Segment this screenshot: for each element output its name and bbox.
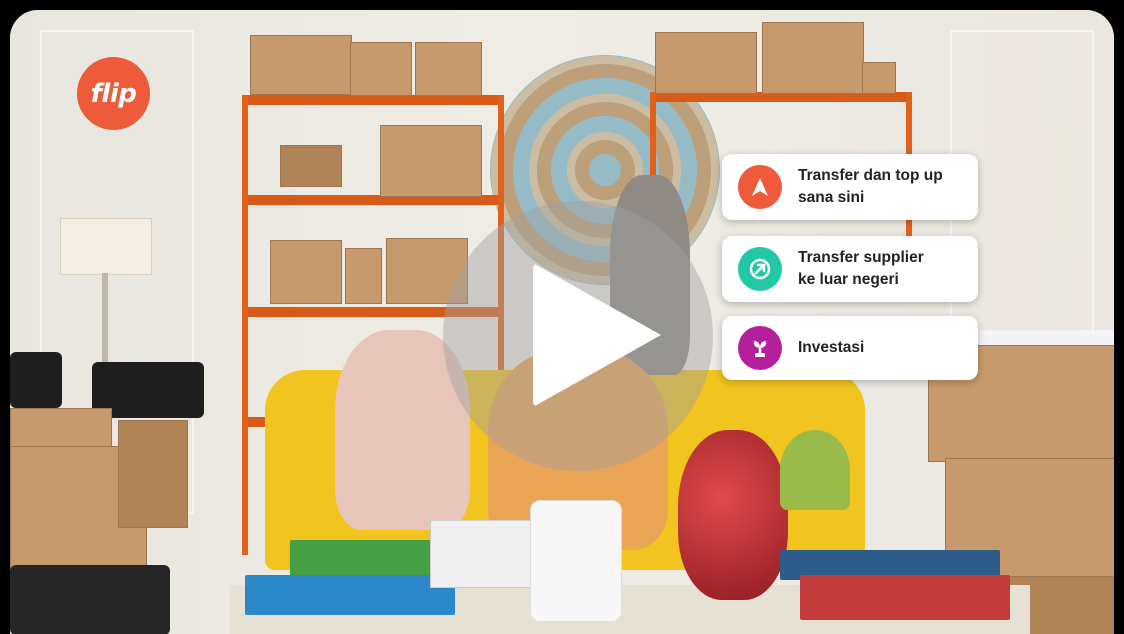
- feature-title: Investasi: [798, 339, 865, 356]
- paper-roll: [530, 500, 622, 622]
- paper-plane-icon: [738, 165, 782, 209]
- book-stack: [800, 575, 1010, 620]
- cardboard-box: [118, 420, 188, 528]
- feature-title: Transfer supplier: [798, 249, 924, 266]
- feature-title: Transfer dan top up: [798, 167, 943, 184]
- label-printer: [430, 520, 537, 588]
- plant-icon: [738, 326, 782, 370]
- cardboard-box: [862, 62, 896, 94]
- blue-book: [245, 575, 455, 615]
- cardboard-box: [415, 42, 482, 96]
- floor-lamp: [60, 218, 152, 275]
- cardboard-box: [380, 125, 482, 197]
- globe-arrow-icon: [738, 247, 782, 291]
- plant: [780, 430, 850, 510]
- cardboard-box: [270, 240, 342, 304]
- feature-subtitle: sana sini: [798, 189, 865, 206]
- cardboard-box: [10, 408, 112, 450]
- cardboard-box: [350, 42, 412, 96]
- cardboard-box: [762, 22, 864, 94]
- feature-subtitle: ke luar negeri: [798, 271, 899, 288]
- cardboard-box: [250, 35, 352, 95]
- play-icon: [533, 263, 661, 407]
- feature-card-supplier-transfer: Transfer supplier ke luar negeri: [722, 236, 978, 302]
- video-player[interactable]: flip Transfer dan top up sana sini Trans…: [10, 10, 1114, 634]
- feature-card-transfer-topup: Transfer dan top up sana sini: [722, 154, 978, 220]
- storage-bin: [10, 565, 170, 634]
- cardboard-box: [280, 145, 342, 187]
- feature-card-investasi: Investasi: [722, 316, 978, 380]
- flip-logo: flip: [77, 57, 150, 130]
- black-package: [10, 352, 62, 408]
- cardboard-box: [655, 32, 757, 94]
- cardboard-box: [345, 248, 382, 304]
- red-rooster-vase: [678, 430, 788, 600]
- play-button[interactable]: [443, 201, 713, 471]
